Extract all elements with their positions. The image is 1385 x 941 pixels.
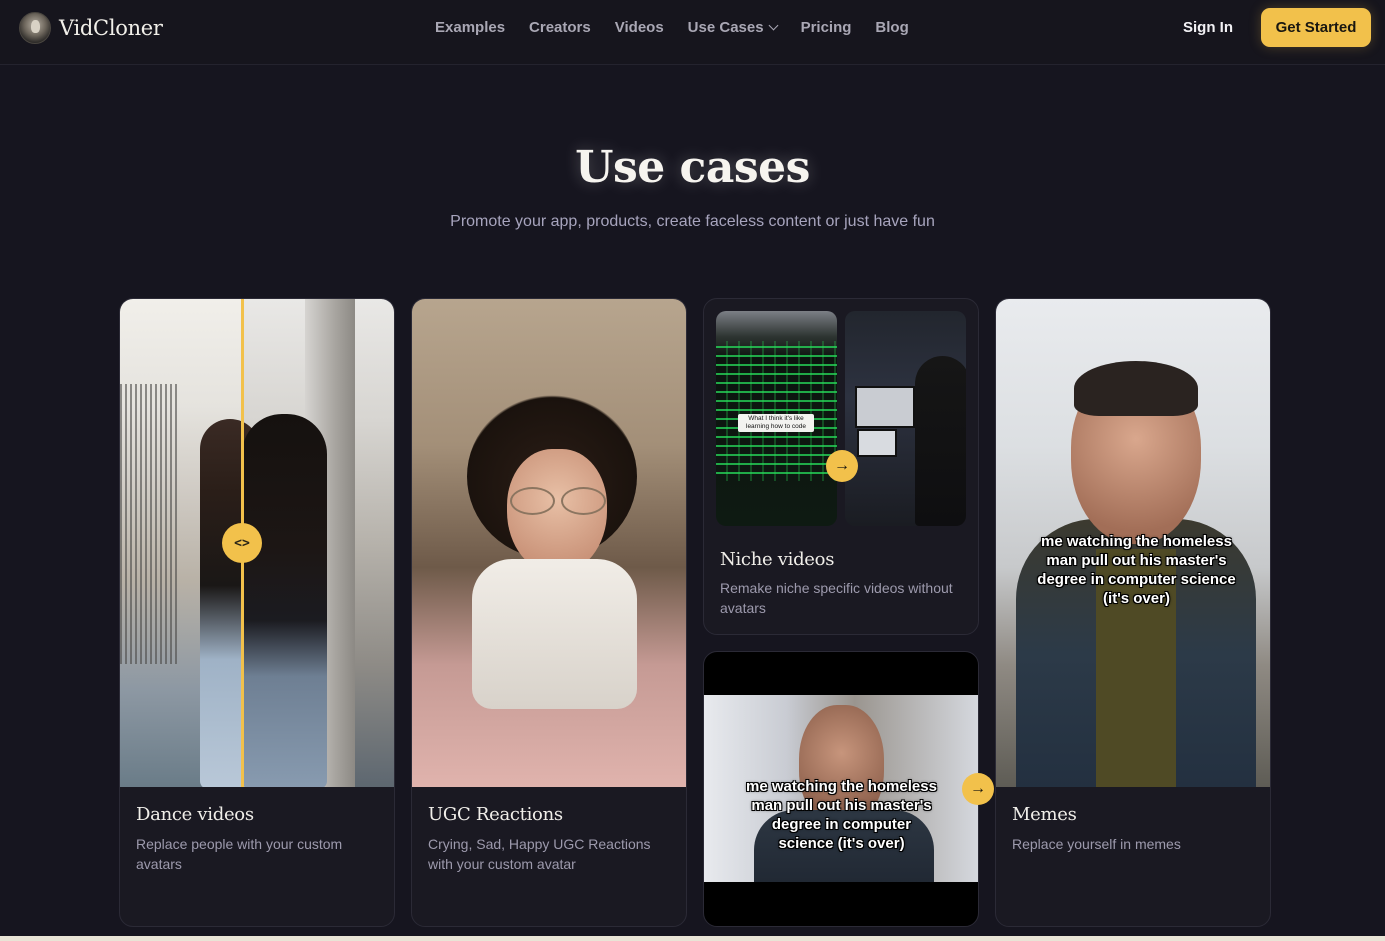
monitor-decor [857, 429, 897, 457]
nav-link-use-cases-label: Use Cases [687, 19, 764, 36]
nav-links: Examples Creators Videos Use Cases Prici… [435, 19, 933, 36]
nav-link-examples[interactable]: Examples [435, 19, 505, 36]
brand-logo[interactable]: VidCloner [19, 12, 163, 44]
sign-in-link[interactable]: Sign In [1183, 19, 1233, 36]
card-memes[interactable]: me watching the homeless man pull out hi… [995, 298, 1271, 927]
niche-source-video[interactable]: What I think it's like learning how to c… [716, 311, 837, 526]
dancer-avatar [242, 414, 327, 787]
page-title: Use cases [575, 142, 810, 193]
top-nav: VidCloner Examples Creators Videos Use C… [0, 0, 1385, 65]
card-description: Replace yourself in memes [1012, 836, 1181, 852]
nav-link-pricing[interactable]: Pricing [801, 19, 852, 36]
code-screen [716, 341, 837, 481]
page-subtitle: Promote your app, products, create facel… [450, 213, 935, 230]
ugc-top [472, 559, 637, 709]
card-niche-videos[interactable]: What I think it's like learning how to c… [703, 298, 979, 635]
meme-video-caption: me watching the homeless man pull out hi… [746, 778, 937, 852]
memes-video[interactable]: me watching the homeless man pull out hi… [996, 299, 1270, 787]
nav-link-creators[interactable]: Creators [529, 19, 591, 36]
card-title: Dance videos [136, 804, 254, 825]
arrow-right-icon[interactable]: → [826, 450, 858, 482]
chevron-down-icon [768, 20, 779, 31]
dance-comparison-slider[interactable]: <> [120, 299, 394, 787]
page-bottom-edge [0, 936, 1385, 941]
card-title: Niche videos [720, 549, 835, 570]
niche-output-video[interactable] [845, 311, 966, 526]
nav-link-blog[interactable]: Blog [875, 19, 908, 36]
memes-hair [1074, 361, 1198, 416]
curtain-decor [120, 384, 180, 664]
card-description: Replace people with your custom avatars [136, 836, 343, 872]
card-description: Remake niche specific videos without ava… [720, 580, 953, 616]
card-description: Crying, Sad, Happy UGC Reactions with yo… [428, 836, 651, 872]
card-ugc-reactions[interactable]: UGC Reactions Crying, Sad, Happy UGC Rea… [411, 298, 687, 927]
brand-name: VidCloner [59, 16, 163, 40]
arrow-right-icon[interactable]: → [962, 773, 994, 805]
niche-caption: What I think it's like learning how to c… [738, 414, 814, 432]
nav-link-use-cases[interactable]: Use Cases [687, 19, 779, 36]
meme-video[interactable]: me watching the homeless man pull out hi… [704, 695, 978, 882]
card-meme-video[interactable]: me watching the homeless man pull out hi… [703, 651, 979, 927]
get-started-button[interactable]: Get Started [1261, 8, 1371, 47]
card-title: UGC Reactions [428, 804, 563, 825]
card-title: Memes [1012, 804, 1077, 825]
ugc-video[interactable] [412, 299, 686, 787]
slider-handle-icon[interactable]: <> [222, 523, 262, 563]
person-decor [915, 356, 966, 526]
memes-caption: me watching the homeless man pull out hi… [1037, 533, 1236, 607]
logo-icon [19, 12, 51, 44]
glasses-decor [510, 487, 606, 515]
monitor-decor [855, 386, 915, 428]
card-dance-videos[interactable]: <> Dance videos Replace people with your… [119, 298, 395, 927]
nav-link-videos[interactable]: Videos [615, 19, 664, 36]
